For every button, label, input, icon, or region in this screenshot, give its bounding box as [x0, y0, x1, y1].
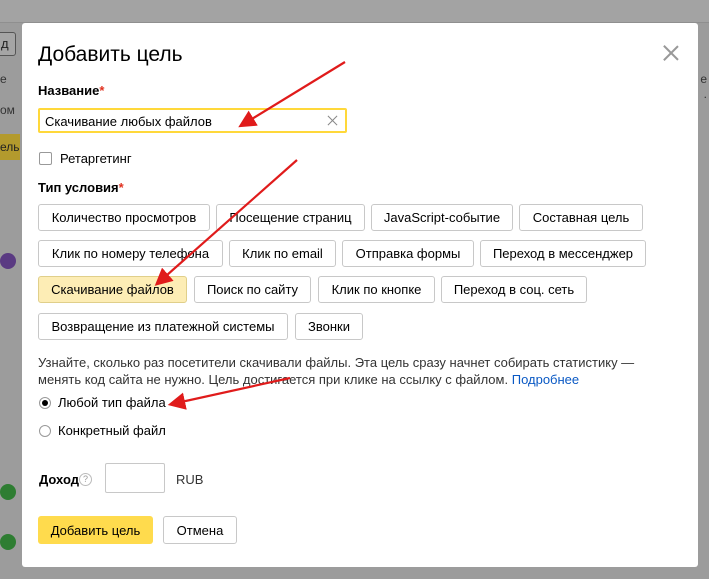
- radio-button-selected[interactable]: [39, 396, 51, 409]
- condition-pageviews-button[interactable]: Количество просмотров: [38, 204, 210, 231]
- retargeting-checkbox-row[interactable]: Ретаргетинг: [39, 151, 132, 166]
- radio-any-file-type[interactable]: Любой тип файла: [39, 395, 166, 410]
- radio-specific-file[interactable]: Конкретный файл: [39, 423, 166, 438]
- goal-name-field[interactable]: [38, 108, 347, 133]
- condition-email-click-button[interactable]: Клик по email: [229, 240, 336, 267]
- close-icon[interactable]: [660, 42, 682, 64]
- condition-messenger-button[interactable]: Переход в мессенджер: [480, 240, 646, 267]
- condition-composite-goal-button[interactable]: Составная цель: [519, 204, 643, 231]
- cancel-button[interactable]: Отмена: [163, 516, 237, 544]
- background-purple-icon: [0, 253, 16, 269]
- add-goal-button[interactable]: Добавить цель: [38, 516, 153, 544]
- required-mark: *: [118, 180, 124, 195]
- condition-social-button[interactable]: Переход в соц. сеть: [441, 276, 587, 303]
- income-label: Доход: [39, 472, 79, 487]
- condition-calls-button[interactable]: Звонки: [295, 313, 363, 340]
- clear-input-icon[interactable]: [326, 114, 339, 127]
- background-text: е: [700, 72, 707, 86]
- background-edge-button-glyph: д: [1, 36, 9, 51]
- condition-form-submit-button[interactable]: Отправка формы: [342, 240, 474, 267]
- help-icon[interactable]: ?: [79, 473, 92, 486]
- condition-file-download-button[interactable]: Скачивание файлов: [38, 276, 187, 303]
- background-edge-button: д: [0, 32, 16, 56]
- goal-name-input[interactable]: [45, 113, 315, 129]
- background-text: е: [0, 72, 7, 86]
- condition-phone-click-button[interactable]: Клик по номеру телефона: [38, 240, 223, 267]
- background-green-icon: [0, 484, 16, 500]
- condition-site-search-button[interactable]: Поиск по сайту: [194, 276, 311, 303]
- background-top-bar: [0, 0, 709, 23]
- income-input[interactable]: [105, 463, 165, 493]
- currency-label: RUB: [176, 472, 204, 487]
- condition-payment-return-button[interactable]: Возвращение из платежной системы: [38, 313, 288, 340]
- radio-specific-file-label: Конкретный файл: [58, 423, 166, 438]
- dialog-title: Добавить цель: [38, 43, 183, 66]
- background-text: ом: [0, 103, 15, 117]
- name-label: Название*: [38, 83, 104, 98]
- name-label-text: Название: [38, 83, 100, 98]
- radio-button[interactable]: [39, 424, 51, 437]
- background-text: .: [703, 87, 707, 101]
- required-mark: *: [99, 83, 105, 98]
- add-goal-dialog: Добавить цель Название* Ретаргетинг Тип …: [22, 23, 698, 567]
- condition-type-label: Тип условия*: [38, 180, 124, 195]
- more-info-link[interactable]: Подробнее: [512, 372, 579, 387]
- condition-description: Узнайте, сколько раз посетители скачивал…: [38, 354, 678, 388]
- radio-any-file-type-label: Любой тип файла: [58, 395, 166, 410]
- background-green-icon: [0, 534, 16, 550]
- condition-js-event-button[interactable]: JavaScript-событие: [371, 204, 513, 231]
- condition-button-click-button[interactable]: Клик по кнопке: [318, 276, 435, 303]
- condition-page-visit-button[interactable]: Посещение страниц: [216, 204, 365, 231]
- background-yellow-button-text: ель: [0, 140, 20, 154]
- background-yellow-button: ель: [0, 134, 20, 160]
- condition-type-label-text: Тип условия: [38, 180, 119, 195]
- retargeting-label: Ретаргетинг: [60, 151, 132, 166]
- retargeting-checkbox[interactable]: [39, 152, 52, 165]
